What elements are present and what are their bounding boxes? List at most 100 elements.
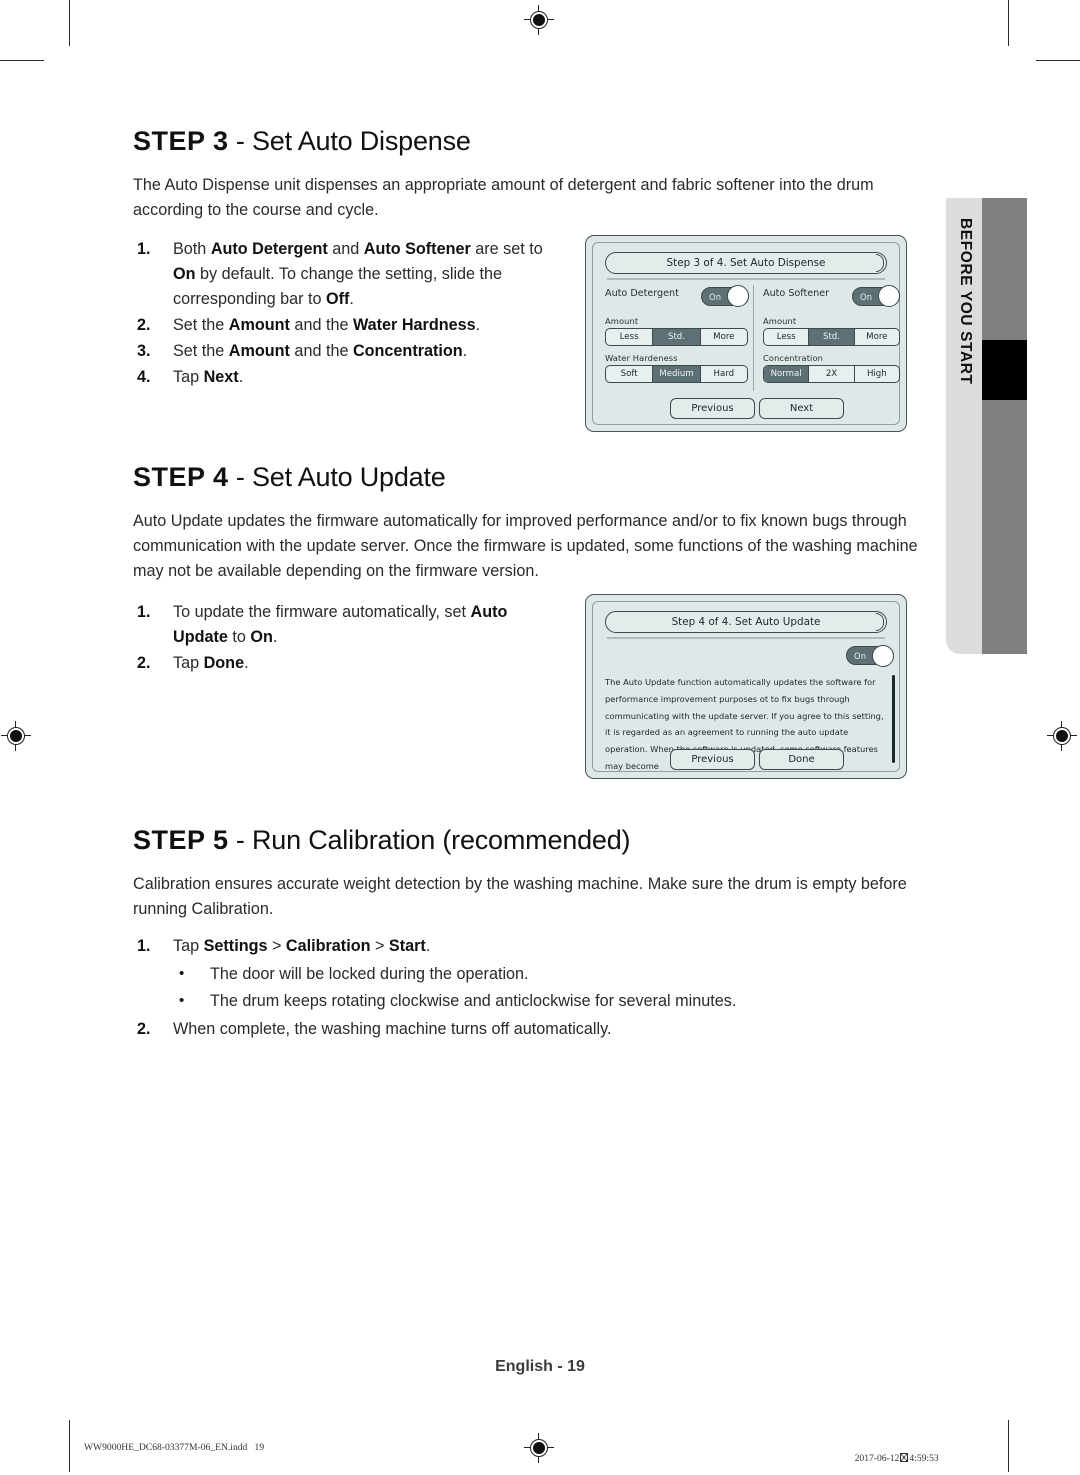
list-number: 2. bbox=[137, 654, 151, 673]
detergent-amount-label: Amount bbox=[605, 316, 639, 327]
registration-mark-top bbox=[524, 5, 554, 35]
step5-heading-rest: - Run Calibration (recommended) bbox=[228, 825, 631, 856]
update-done-button[interactable]: Done bbox=[759, 749, 844, 771]
text-fragment: To update the firmware automatically, se… bbox=[173, 603, 471, 622]
auto-update-toggle-label: On bbox=[854, 650, 867, 661]
emphasis-off: Off bbox=[325, 290, 350, 309]
panel-column-divider bbox=[753, 285, 755, 392]
list-text: Set the Amount and the Concentration. bbox=[173, 342, 467, 360]
segment-more[interactable]: More bbox=[701, 329, 747, 345]
text-fragment: . bbox=[475, 316, 481, 335]
step3-heading-prefix: STEP 3 bbox=[133, 126, 229, 156]
auto-detergent-toggle[interactable]: On bbox=[701, 285, 749, 308]
detergent-amount-segmented-control[interactable]: Less Std. More bbox=[605, 328, 748, 347]
side-tab-gray-bar bbox=[982, 198, 1027, 654]
auto-dispense-header-label: Step 3 of 4. Set Auto Dispense bbox=[666, 257, 826, 270]
bullet-glyph: • bbox=[179, 965, 185, 983]
step4-heading: STEP 4 - Set Auto Update bbox=[133, 462, 923, 493]
print-time: 4:59:53 bbox=[909, 1453, 939, 1464]
step5-intro: Calibration ensures accurate weight dete… bbox=[133, 875, 907, 919]
step5-heading: STEP 5 - Run Calibration (recommended) bbox=[133, 825, 923, 856]
segment-std[interactable]: Std. bbox=[809, 329, 855, 346]
segment-normal[interactable]: Normal bbox=[764, 366, 810, 383]
text-fragment: Both bbox=[173, 240, 211, 259]
segment-less[interactable]: Less bbox=[764, 329, 810, 346]
text-fragment: Set the bbox=[173, 316, 229, 335]
step4-heading-prefix: STEP 4 bbox=[133, 462, 229, 493]
segment-more[interactable]: More bbox=[855, 329, 899, 345]
list-text: Tap Next. bbox=[173, 368, 243, 386]
text-fragment: Tap bbox=[173, 937, 204, 956]
list-item: 1. To update the firmware automatically,… bbox=[133, 600, 563, 650]
step3-heading: STEP 3 - Set Auto Dispense bbox=[133, 126, 923, 157]
side-tab-label: BEFORE YOU START bbox=[957, 218, 974, 385]
text-fragment: . bbox=[425, 937, 431, 956]
breadcrumb-separator: > bbox=[267, 937, 286, 956]
segment-hard[interactable]: Hard bbox=[701, 366, 747, 382]
emphasis-on: On bbox=[250, 628, 273, 647]
segment-2x[interactable]: 2X bbox=[809, 366, 855, 383]
text-fragment: are set to bbox=[470, 240, 543, 259]
text-fragment: and the bbox=[289, 342, 353, 361]
bullet-text: The door will be locked during the opera… bbox=[210, 965, 529, 984]
crop-line-top-left-horizontal bbox=[0, 60, 44, 62]
emphasis-on: On bbox=[173, 265, 196, 284]
auto-detergent-title: Auto Detergent bbox=[605, 288, 679, 300]
step3-columns: 1. Both Auto Detergent and Auto Softener… bbox=[133, 235, 923, 433]
update-previous-button[interactable]: Previous bbox=[670, 749, 755, 771]
text-fragment: . bbox=[349, 290, 354, 309]
list-number: 1. bbox=[137, 937, 151, 956]
segment-medium[interactable]: Medium bbox=[653, 366, 701, 383]
auto-update-panel: Step 4 of 4. Set Auto Update On The Auto… bbox=[585, 594, 907, 780]
list-item: 4. Tap Next. bbox=[133, 365, 563, 390]
list-item: 1. Both Auto Detergent and Auto Softener… bbox=[133, 237, 563, 312]
registration-mark-bottom bbox=[524, 1433, 554, 1463]
dispense-next-button[interactable]: Next bbox=[759, 398, 844, 420]
emphasis-amount: Amount bbox=[228, 316, 290, 335]
water-hardness-segmented-control[interactable]: Soft Medium Hard bbox=[605, 365, 748, 384]
step5-ordered-list: 1. Tap Settings > Calibration > Start. •… bbox=[133, 934, 923, 1042]
emphasis-start: Start bbox=[388, 937, 426, 956]
print-filename-footer: WW9000HE_DC68-03377M-06_EN.indd 19 bbox=[84, 1442, 265, 1453]
text-fragment: . bbox=[272, 628, 278, 647]
text-fragment: and bbox=[327, 240, 364, 259]
page-content: STEP 3 - Set Auto Dispense The Auto Disp… bbox=[133, 126, 923, 1043]
toggle-knob bbox=[878, 285, 900, 308]
auto-update-toggle[interactable]: On bbox=[846, 644, 894, 667]
list-number: 1. bbox=[137, 240, 151, 259]
step3-heading-rest: - Set Auto Dispense bbox=[228, 126, 471, 156]
side-tab-active-marker bbox=[982, 340, 1027, 400]
auto-dispense-panel: Step 3 of 4. Set Auto Dispense Auto Dete… bbox=[585, 235, 907, 433]
text-fragment: Tap bbox=[173, 368, 204, 387]
auto-softener-toggle[interactable]: On bbox=[852, 285, 900, 308]
list-text: Tap Done. bbox=[173, 654, 249, 672]
toggle-knob bbox=[727, 285, 749, 308]
segment-less[interactable]: Less bbox=[606, 329, 654, 346]
text-fragment: . bbox=[244, 654, 249, 673]
auto-update-panel-header: Step 4 of 4. Set Auto Update bbox=[605, 611, 887, 634]
softener-amount-segmented-control[interactable]: Less Std. More bbox=[763, 328, 900, 347]
list-number: 1. bbox=[137, 603, 151, 622]
manual-page: BEFORE YOU START STEP 3 - Set Auto Dispe… bbox=[0, 0, 1080, 1472]
segment-high[interactable]: High bbox=[855, 366, 899, 382]
list-number: 3. bbox=[137, 342, 151, 361]
dispense-previous-button[interactable]: Previous bbox=[670, 398, 755, 420]
text-fragment: . bbox=[238, 368, 244, 387]
step4-ordered-list: 1. To update the firmware automatically,… bbox=[133, 600, 563, 676]
emphasis-water-hardness: Water Hardness bbox=[352, 316, 476, 335]
list-text: Both Auto Detergent and Auto Softener ar… bbox=[173, 240, 543, 308]
list-item: • The door will be locked during the ope… bbox=[173, 961, 923, 988]
segment-std[interactable]: Std. bbox=[653, 329, 701, 346]
auto-softener-toggle-label: On bbox=[860, 291, 873, 302]
segment-soft[interactable]: Soft bbox=[606, 366, 654, 383]
concentration-segmented-control[interactable]: Normal 2X High bbox=[763, 365, 900, 384]
emphasis-concentration: Concentration bbox=[352, 342, 463, 361]
auto-dispense-panel-inner: Step 3 of 4. Set Auto Dispense Auto Dete… bbox=[592, 242, 900, 426]
auto-dispense-panel-header: Step 3 of 4. Set Auto Dispense bbox=[605, 252, 887, 275]
auto-update-scrollbar[interactable] bbox=[892, 675, 895, 764]
crop-line-top-right-vertical bbox=[1008, 0, 1010, 46]
panel-header-underline bbox=[607, 278, 885, 281]
step4-heading-rest: - Set Auto Update bbox=[228, 462, 446, 493]
text-fragment: . bbox=[462, 342, 468, 361]
list-text: When complete, the washing machine turns… bbox=[173, 1020, 612, 1039]
